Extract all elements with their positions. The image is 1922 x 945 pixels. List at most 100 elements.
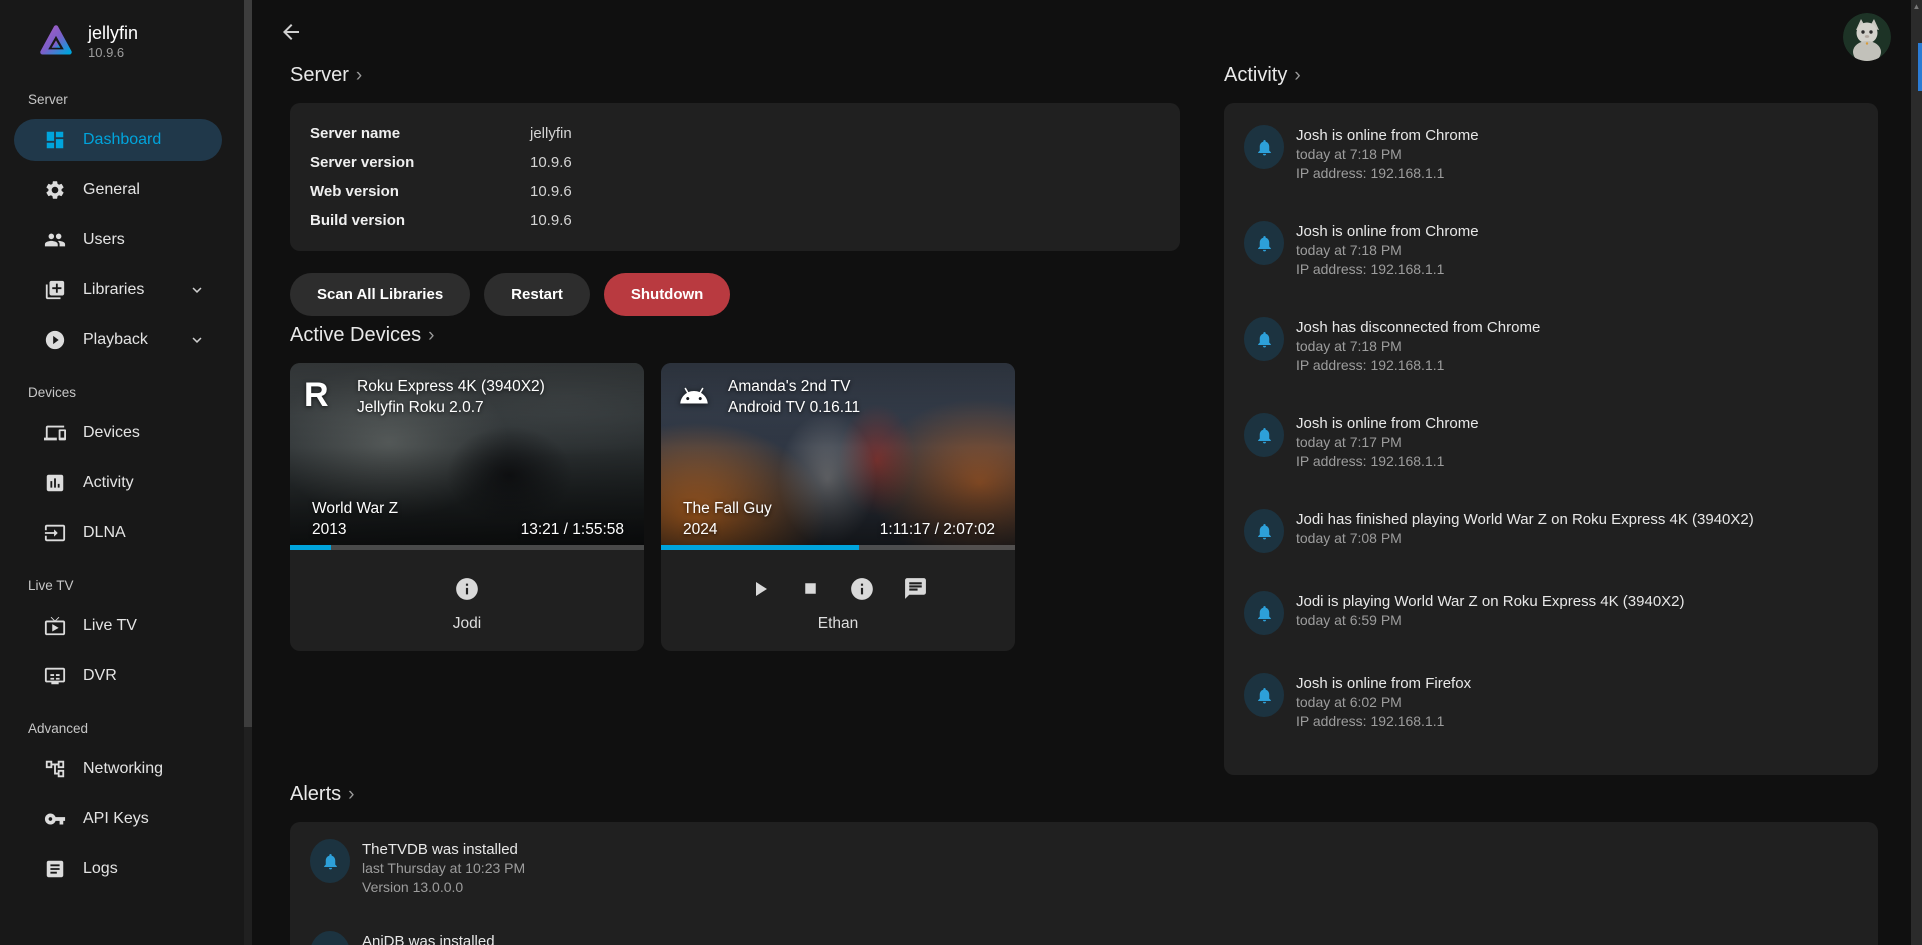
activity-entry: Jodi is playing World War Z on Roku Expr… [1244, 591, 1858, 635]
bell-icon [1244, 591, 1284, 635]
device-card-android-tv[interactable]: Amanda's 2nd TV Android TV 0.16.11 The F… [661, 363, 1015, 651]
window-scrollbar[interactable]: ▲ [1911, 0, 1922, 945]
activity-ip: IP address: 192.168.1.1 [1296, 356, 1540, 375]
media-year: 2013 [312, 519, 346, 540]
info-icon[interactable] [849, 576, 875, 602]
window-scrollbar-thumb[interactable] [1918, 43, 1922, 91]
activity-heading[interactable]: Activity [1224, 64, 1878, 87]
activity-ip: IP address: 192.168.1.1 [1296, 452, 1479, 471]
alerts-heading[interactable]: Alerts [290, 783, 1878, 806]
restart-button[interactable]: Restart [484, 273, 590, 316]
back-arrow-icon[interactable] [279, 20, 303, 44]
activity-time: today at 7:18 PM [1296, 241, 1479, 260]
sidebar-item-api-keys[interactable]: API Keys [14, 798, 222, 840]
bell-icon [1244, 509, 1284, 553]
sidebar-item-live-tv[interactable]: Live TV [14, 605, 222, 647]
scan-all-libraries-button[interactable]: Scan All Libraries [290, 273, 470, 316]
playback-progress-fill [290, 545, 331, 550]
libraries-icon [44, 279, 66, 301]
app-version: 10.9.6 [88, 44, 138, 61]
bell-icon [1244, 673, 1284, 717]
server-info-label: Build version [310, 212, 530, 229]
active-devices-heading[interactable]: Active Devices [290, 324, 1180, 347]
server-info-value: 10.9.6 [530, 154, 572, 171]
activity-icon [44, 472, 66, 494]
dlna-icon [44, 522, 66, 544]
networking-icon [44, 758, 66, 780]
session-user: Ethan [661, 615, 1015, 633]
sidebar-item-label: General [83, 181, 140, 199]
server-section-heading[interactable]: Server [290, 64, 1180, 87]
activity-time: today at 7:17 PM [1296, 433, 1479, 452]
now-playing-backdrop: Amanda's 2nd TV Android TV 0.16.11 The F… [661, 363, 1015, 550]
sidebar-item-activity[interactable]: Activity [14, 462, 222, 504]
activity-ip: IP address: 192.168.1.1 [1296, 260, 1479, 279]
dvr-icon [44, 665, 66, 687]
shutdown-button[interactable]: Shutdown [604, 273, 730, 316]
server-info-value: 10.9.6 [530, 212, 572, 229]
server-info-row: Build version 10.9.6 [310, 206, 1160, 235]
alerts-heading-label: Alerts [290, 783, 341, 806]
roku-icon: R [304, 376, 344, 416]
sidebar-item-dlna[interactable]: DLNA [14, 512, 222, 554]
jellyfin-logo-icon [38, 20, 74, 62]
chevron-down-icon[interactable] [188, 281, 206, 299]
sidebar-item-networking[interactable]: Networking [14, 748, 222, 790]
play-icon[interactable] [748, 577, 772, 601]
alert-title: TheTVDB was installed [362, 840, 525, 859]
sidebar-item-label: Logs [83, 860, 118, 878]
sidebar-item-logs[interactable]: Logs [14, 848, 222, 890]
sidebar-nav-advanced: Networking API Keys Logs [0, 748, 244, 890]
sidebar-item-general[interactable]: General [14, 169, 222, 211]
sidebar-item-dvr[interactable]: DVR [14, 655, 222, 697]
activity-time: today at 6:59 PM [1296, 611, 1685, 630]
chevron-right-icon [428, 325, 434, 347]
media-year: 2024 [683, 519, 717, 540]
scrollbar-up-arrow-icon[interactable]: ▲ [1911, 1, 1922, 13]
jellyfin-dashboard: jellyfin 10.9.6 Server Dashboard General… [0, 0, 1922, 945]
device-card-roku[interactable]: R Roku Express 4K (3940X2) Jellyfin Roku… [290, 363, 644, 651]
sidebar-scrollbar-thumb[interactable] [244, 0, 252, 727]
cat-avatar-image [1843, 13, 1891, 61]
sidebar-item-libraries[interactable]: Libraries [14, 269, 222, 311]
sidebar-item-devices[interactable]: Devices [14, 412, 222, 454]
user-avatar[interactable] [1843, 13, 1891, 61]
sidebar-item-users[interactable]: Users [14, 219, 222, 261]
sidebar-item-label: Dashboard [83, 131, 161, 149]
activity-time: today at 7:18 PM [1296, 337, 1540, 356]
activity-entry: Josh is online from Chrome today at 7:17… [1244, 413, 1858, 471]
server-info-label: Server name [310, 125, 530, 142]
media-title: The Fall Guy [683, 498, 995, 519]
server-actions: Scan All Libraries Restart Shutdown [290, 273, 1180, 316]
sidebar-item-label: Users [83, 231, 125, 249]
server-info-card: Server name jellyfin Server version 10.9… [290, 103, 1180, 251]
sidebar-item-playback[interactable]: Playback [14, 319, 222, 361]
info-icon[interactable] [454, 576, 480, 602]
alert-title: AniDB was installed [362, 932, 495, 945]
app-header: jellyfin 10.9.6 [0, 0, 244, 68]
session-user: Jodi [290, 615, 644, 633]
sidebar-section-devices: Devices [0, 385, 244, 400]
main-content: Server Server name jellyfin Server versi… [244, 0, 1922, 945]
activity-title: Jodi is playing World War Z on Roku Expr… [1296, 592, 1685, 611]
alert-time: last Thursday at 10:23 PM [362, 859, 525, 878]
activity-entry: Josh is online from Chrome today at 7:18… [1244, 221, 1858, 279]
sidebar-section-server: Server [0, 92, 244, 107]
activity-entry: Josh has disconnected from Chrome today … [1244, 317, 1858, 375]
bell-icon [1244, 221, 1284, 265]
sidebar-scrollbar[interactable] [244, 0, 252, 945]
server-info-row: Server version 10.9.6 [310, 148, 1160, 177]
chevron-down-icon[interactable] [188, 331, 206, 349]
device-name: Roku Express 4K (3940X2) [357, 376, 545, 397]
activity-title: Josh is online from Chrome [1296, 222, 1479, 241]
server-info-value: jellyfin [530, 125, 572, 142]
bell-icon [1244, 317, 1284, 361]
stop-icon[interactable] [800, 578, 821, 599]
message-icon[interactable] [903, 576, 928, 601]
activity-ip: IP address: 192.168.1.1 [1296, 164, 1479, 183]
playback-progress-bar [661, 545, 1015, 550]
sidebar-item-dashboard[interactable]: Dashboard [14, 119, 222, 161]
activity-column: Activity Josh is online from Chrome toda… [1224, 56, 1878, 775]
chevron-right-icon [348, 784, 354, 806]
users-icon [44, 229, 66, 251]
